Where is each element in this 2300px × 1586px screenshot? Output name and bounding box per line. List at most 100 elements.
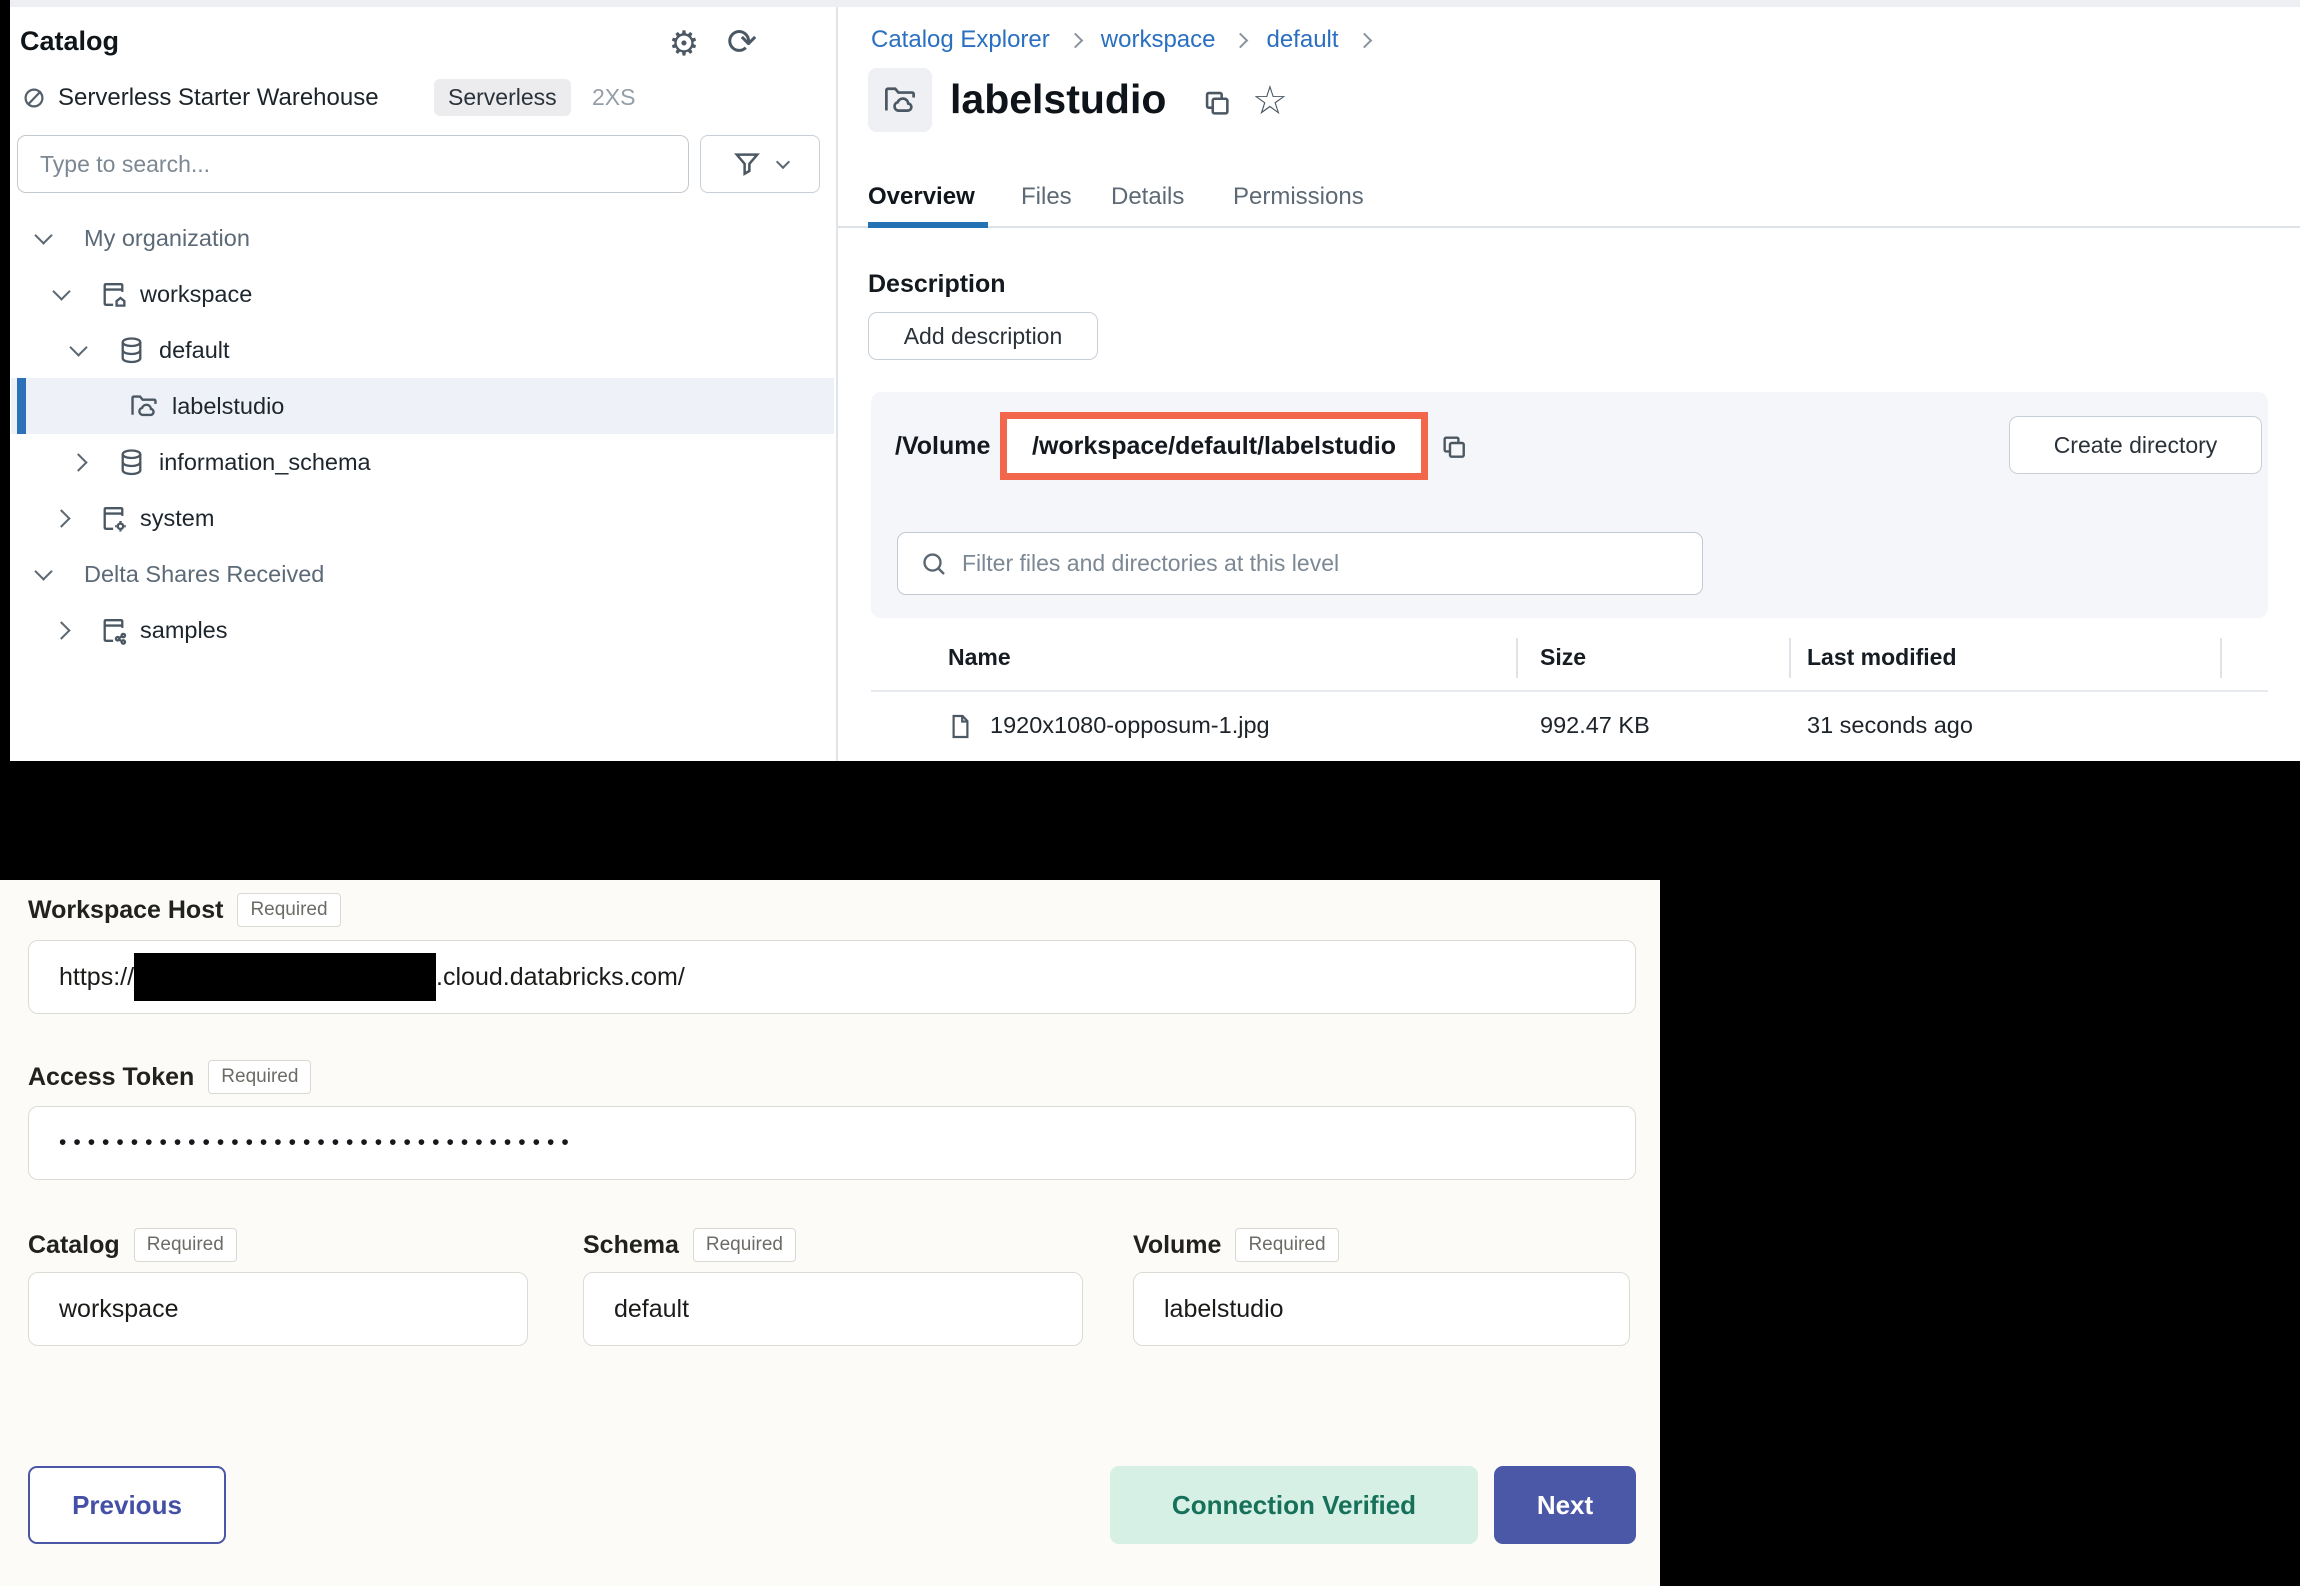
file-icon	[946, 712, 975, 741]
selected-indicator-bar	[17, 378, 26, 434]
file-size-cell: 992.47 KB	[1540, 712, 1650, 739]
column-header-name[interactable]: Name	[948, 644, 1011, 671]
access-token-label: Access Token Required	[28, 1060, 311, 1094]
next-button[interactable]: Next	[1494, 1466, 1636, 1544]
tree-item-label: labelstudio	[172, 393, 284, 420]
workspace-host-input[interactable]: https://.cloud.databricks.com/	[28, 940, 1636, 1014]
workspace-host-label: Workspace Host Required	[28, 893, 341, 927]
tree-item-system[interactable]: system	[11, 490, 834, 546]
tree-item-workspace[interactable]: workspace	[11, 266, 834, 322]
breadcrumb-workspace[interactable]: workspace	[1101, 26, 1216, 54]
serverless-slash-icon	[20, 84, 48, 112]
column-header-size[interactable]: Size	[1540, 644, 1586, 671]
copy-path-icon[interactable]	[1438, 431, 1470, 463]
database-schema-icon	[116, 447, 147, 478]
required-badge: Required	[693, 1228, 796, 1262]
required-badge: Required	[208, 1060, 311, 1094]
tab-details[interactable]: Details	[1111, 183, 1184, 211]
catalog-panel-title: Catalog	[20, 26, 119, 57]
required-badge: Required	[134, 1228, 237, 1262]
chevron-right-icon	[1067, 32, 1083, 48]
access-token-input[interactable]: ••••••••••••••••••••••••••••••••••••	[28, 1106, 1636, 1180]
field-label-text: Access Token	[28, 1063, 194, 1092]
tree-item-label: system	[140, 505, 214, 532]
tree-item-label: My organization	[84, 225, 250, 252]
screenshot-root: Catalog ⚙ ⟳ Serverless Starter Warehouse…	[0, 0, 2300, 1586]
volume-label: Volume Required	[1133, 1228, 1339, 1262]
settings-gear-icon[interactable]: ⚙	[664, 24, 704, 64]
field-label-text: Volume	[1133, 1231, 1221, 1260]
table-row[interactable]: 1920x1080-opposum-1.jpg 992.47 KB 31 sec…	[871, 692, 2268, 761]
add-catalog-plus-icon[interactable]	[778, 20, 818, 60]
filter-files-input[interactable]	[897, 532, 1703, 595]
search-icon	[919, 549, 949, 579]
chevron-right-icon	[69, 453, 87, 471]
chevron-right-icon	[1356, 32, 1372, 48]
breadcrumb: Catalog Explorer workspace default	[871, 26, 1372, 54]
chevron-down-icon	[34, 226, 52, 244]
chevron-down-icon	[52, 282, 70, 300]
window-top-strip	[10, 0, 2300, 7]
column-header-last-modified[interactable]: Last modified	[1807, 644, 1957, 671]
catalog-home-icon	[98, 279, 129, 310]
redacted-host-block	[134, 953, 436, 1001]
volume-folder-cloud-icon	[881, 81, 919, 119]
catalog-input[interactable]	[28, 1272, 528, 1346]
tab-files[interactable]: Files	[1021, 183, 1072, 211]
add-description-button[interactable]: Add description	[868, 312, 1098, 360]
file-name-cell[interactable]: 1920x1080-opposum-1.jpg	[990, 712, 1270, 739]
active-tab-underline	[868, 222, 988, 228]
volume-input[interactable]	[1133, 1272, 1630, 1346]
warehouse-size-label: 2XS	[592, 84, 635, 111]
tree-item-information-schema[interactable]: information_schema	[11, 434, 834, 490]
tree-item-delta-shares-received[interactable]: Delta Shares Received	[11, 546, 834, 602]
tabs-bottom-border	[838, 226, 2300, 228]
volume-icon-tile	[868, 68, 932, 132]
catalog-share-icon	[98, 615, 129, 646]
create-directory-button[interactable]: Create directory	[2009, 416, 2262, 474]
tab-permissions[interactable]: Permissions	[1233, 183, 1364, 211]
breadcrumb-default[interactable]: default	[1266, 26, 1338, 54]
tree-item-label: samples	[140, 617, 228, 644]
breadcrumb-catalog-explorer[interactable]: Catalog Explorer	[871, 26, 1050, 54]
required-badge: Required	[1235, 1228, 1338, 1262]
description-heading: Description	[868, 270, 1006, 299]
database-schema-icon	[116, 335, 147, 366]
tree-item-label: Delta Shares Received	[84, 561, 324, 588]
filter-button[interactable]	[700, 135, 820, 193]
column-separator	[2220, 638, 2222, 678]
column-separator	[1516, 638, 1518, 678]
page-title: labelstudio	[950, 76, 1166, 123]
field-label-text: Schema	[583, 1231, 679, 1260]
chevron-down-icon	[34, 562, 52, 580]
catalog-gear-icon	[98, 503, 129, 534]
schema-label: Schema Required	[583, 1228, 796, 1262]
filter-input-wrap	[897, 532, 1703, 595]
chevron-down-icon	[69, 338, 87, 356]
volume-path-highlight-box: /workspace/default/labelstudio	[1000, 412, 1428, 480]
warehouse-serverless-badge: Serverless	[434, 79, 571, 116]
previous-button[interactable]: Previous	[28, 1466, 226, 1544]
tree-item-label: information_schema	[159, 449, 371, 476]
tree-item-label: default	[159, 337, 230, 364]
tree-item-default[interactable]: default	[11, 322, 834, 378]
required-badge: Required	[237, 893, 340, 927]
tree-item-labelstudio-selected[interactable]: labelstudio	[11, 378, 834, 434]
refresh-icon[interactable]: ⟳	[722, 22, 762, 62]
warehouse-name[interactable]: Serverless Starter Warehouse	[58, 84, 379, 112]
tree-item-samples[interactable]: samples	[11, 602, 834, 658]
tree-item-label: workspace	[140, 281, 252, 308]
field-label-text: Catalog	[28, 1231, 120, 1260]
chevron-right-icon	[1233, 32, 1249, 48]
tab-overview[interactable]: Overview	[868, 183, 975, 211]
column-separator	[1789, 638, 1791, 678]
masked-token-dots: ••••••••••••••••••••••••••••••••••••	[59, 1131, 576, 1155]
schema-input[interactable]	[583, 1272, 1083, 1346]
chevron-right-icon	[52, 509, 70, 527]
catalog-search-input[interactable]	[17, 135, 689, 193]
favorite-star-icon[interactable]: ☆	[1252, 78, 1288, 124]
chevron-right-icon	[52, 621, 70, 639]
tree-item-my-organization[interactable]: My organization	[11, 210, 834, 266]
file-modified-cell: 31 seconds ago	[1807, 712, 1973, 739]
copy-name-icon[interactable]	[1200, 86, 1234, 120]
